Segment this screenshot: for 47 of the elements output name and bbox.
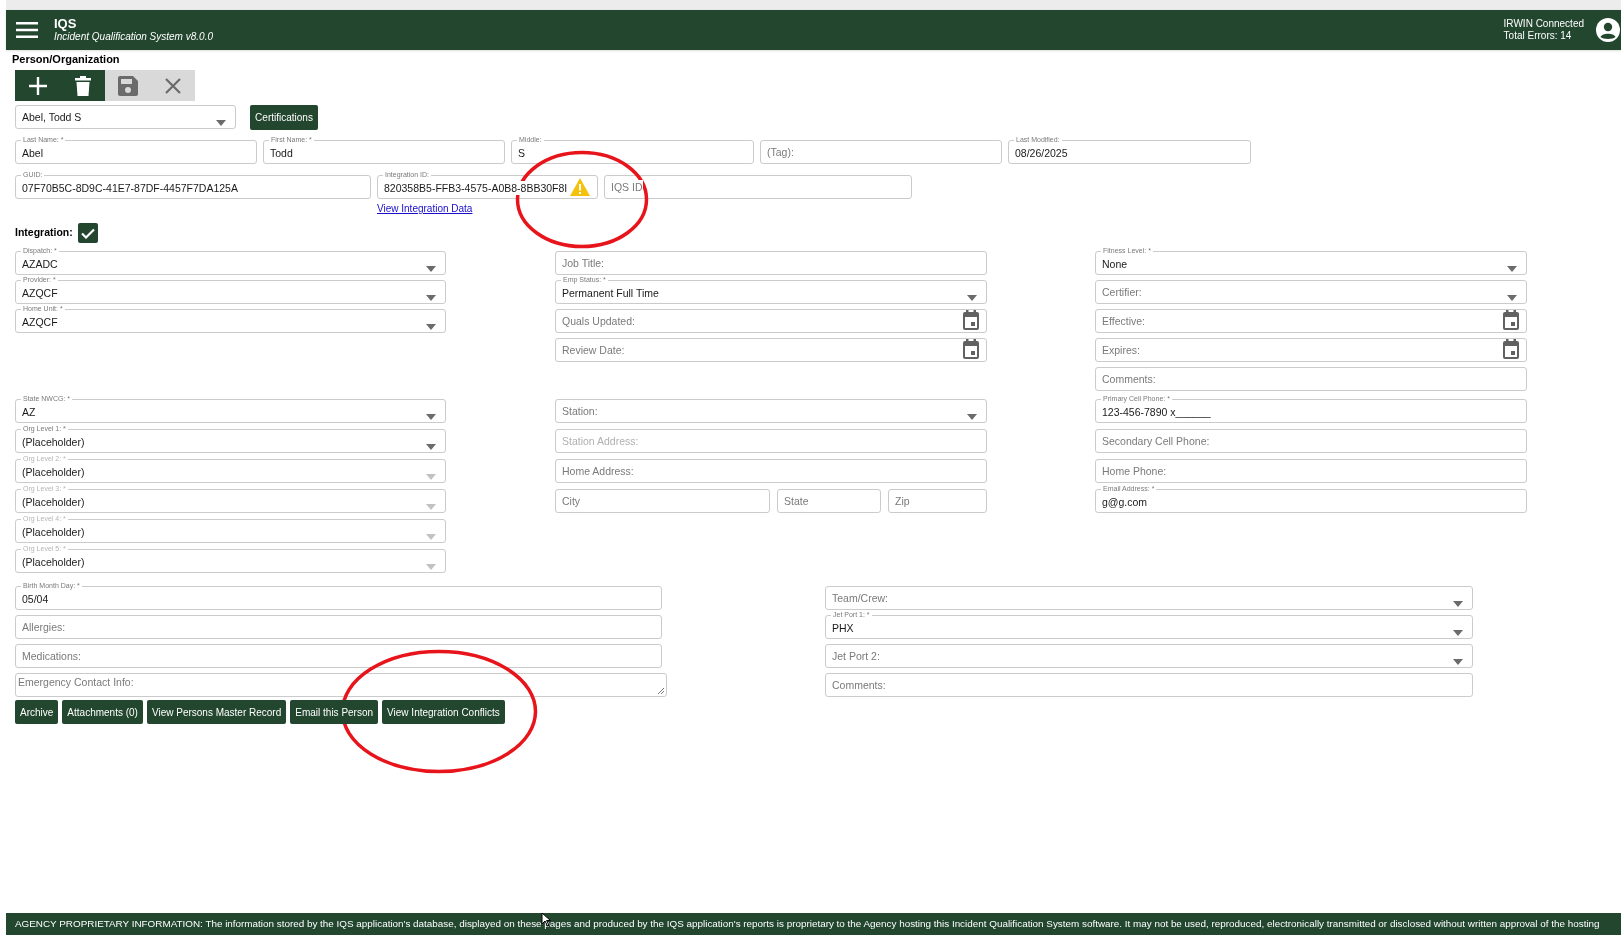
delete-button[interactable] [60,70,105,101]
app-subtitle: Incident Qualification System v8.0.0 [54,31,213,43]
page-title: Person/Organization [12,53,121,65]
dropdown-caret-icon [426,564,436,570]
connection-status: IRWIN Connected [1503,18,1584,30]
attachments-button[interactable]: Attachments (0) [62,700,143,724]
dropdown-caret-icon [426,534,436,540]
dropdown-caret-icon [426,504,436,510]
dropdown-caret-icon [1507,266,1517,272]
footer-notice: AGENCY PROPRIETARY INFORMATION: The information stored by the IQS application's database, displayed on these pages and produced by the IQS application's reports is proprietary to the Agency hosting this Incident Qualification System software. It may not be used, reproduced, electronically transmitted or disclosed without written approval of the hosting [6,913,1621,935]
trash-icon [74,75,91,96]
dropdown-caret-icon [967,295,977,301]
archive-button[interactable]: Archive [15,700,59,724]
calendar-icon[interactable] [1503,310,1519,330]
checkmark-icon [80,227,95,239]
dropdown-caret-icon [1453,630,1463,636]
save-icon [117,75,138,96]
email-person-button[interactable]: Email this Person [290,700,379,724]
certifications-button[interactable]: Certifications [250,105,318,130]
calendar-icon[interactable] [1503,339,1519,359]
dropdown-caret-icon [1453,601,1463,607]
dropdown-caret-icon [426,414,436,420]
integration-checkbox[interactable] [77,223,98,243]
close-icon [164,77,181,94]
integration-label: Integration: [15,225,73,241]
integration-conflicts-button[interactable]: View Integration Conflicts [382,700,505,724]
dropdown-caret-icon [426,295,436,301]
dropdown-caret-icon [426,474,436,480]
dropdown-caret-icon [1453,659,1463,665]
master-record-button[interactable]: View Persons Master Record [146,700,287,724]
calendar-icon[interactable] [963,339,979,359]
dropdown-caret-icon [216,120,226,126]
dropdown-caret-icon [426,324,436,330]
add-button[interactable] [15,70,60,101]
dropdown-caret-icon [1507,295,1517,301]
plus-icon [28,76,47,95]
calendar-icon[interactable] [963,310,979,330]
resize-handle-icon[interactable] [657,687,665,695]
dropdown-caret-icon [426,444,436,450]
dropdown-caret-icon [426,266,436,272]
integration-data-link[interactable]: View Integration Data [377,203,473,215]
dropdown-caret-icon [967,414,977,420]
menu-icon[interactable] [16,22,38,38]
error-count: Total Errors: 14 [1503,30,1573,42]
app-name: IQS [54,17,78,31]
user-avatar-icon[interactable] [1596,18,1620,42]
warning-icon [570,178,590,196]
